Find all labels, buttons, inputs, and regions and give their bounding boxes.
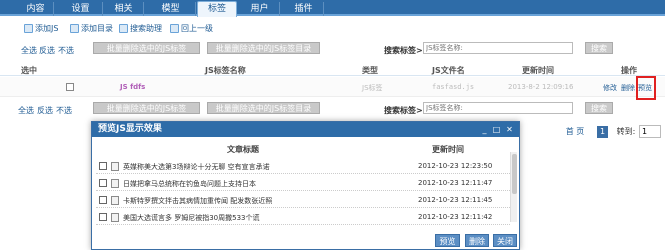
add-folder-icon — [70, 24, 79, 33]
item-time: 2012-10-23 12:11:47 — [418, 179, 493, 187]
invert-selection-link[interactable]: 反选 — [39, 45, 55, 56]
item-checkbox[interactable] — [99, 179, 107, 187]
row-name[interactable]: JS fdfs — [120, 83, 145, 91]
add-directory-button[interactable]: 添加目录 — [70, 23, 113, 34]
item-time: 2012-10-23 12:11:42 — [418, 213, 493, 221]
edit-link[interactable]: 修改 — [603, 83, 617, 93]
document-icon — [111, 213, 119, 222]
tab-tags[interactable]: 标签 — [197, 1, 237, 17]
item-checkbox[interactable] — [99, 213, 107, 221]
document-icon — [111, 196, 119, 205]
item-time: 2012-10-23 12:11:45 — [418, 196, 493, 204]
dialog-title: 预览JS显示效果 — [92, 122, 519, 137]
item-title[interactable]: 英媒称美大选第3场辩论十分无聊 空有宣言承诺 — [123, 162, 270, 172]
toolbar: 添加JS 添加目录 搜索助理 回上一级 — [0, 20, 665, 36]
minimize-icon[interactable]: _ — [480, 125, 489, 134]
select-all-link[interactable]: 全选 — [21, 45, 37, 56]
batch-delete-dir-button-2[interactable]: 批量删除选中的JS标签目录 — [207, 102, 320, 114]
search-label: 搜索标签> — [384, 46, 423, 55]
item-time: 2012-10-23 12:23:50 — [418, 162, 493, 170]
row-time: 2013-8-2 12:09:16 — [508, 83, 574, 91]
tab-model[interactable]: 模型 — [146, 2, 196, 16]
search-icon — [119, 24, 128, 33]
col-title-header: 文章标题 — [227, 145, 259, 154]
back-button[interactable]: 回上一级 — [170, 23, 213, 34]
maximize-icon[interactable]: □ — [492, 125, 501, 134]
invert-selection-link-2[interactable]: 反选 — [37, 105, 53, 116]
tab-content[interactable]: 内容 — [18, 2, 54, 16]
dialog-delete-button[interactable]: 删除 — [465, 234, 489, 247]
header-type: 类型 — [362, 66, 378, 75]
item-title[interactable]: 美国大选谎言多 罗姆尼被指30周撒533个谎 — [123, 213, 260, 223]
tab-plugins[interactable]: 插件 — [284, 2, 324, 16]
row-type: JS标签 — [362, 84, 383, 92]
add-js-button[interactable]: 添加JS — [24, 23, 58, 34]
header-select: 选中 — [21, 66, 37, 75]
dialog-preview-button[interactable]: 预览 — [435, 234, 460, 247]
preview-dialog: 预览JS显示效果 _ □ ✕ 文章标题 更新时间 英媒称美大选第3场辩论十分无聊… — [91, 121, 520, 250]
document-icon — [111, 179, 119, 188]
action-bar-bottom: 全选 反选 不选 批量删除选中的JS标签 批量删除选中的JS标签目录 搜索标签>… — [0, 101, 665, 117]
preview-highlight — [636, 76, 656, 100]
pager-goto-input[interactable] — [639, 125, 661, 138]
dialog-close-button[interactable]: 关闭 — [493, 234, 517, 247]
delete-link[interactable]: 删除 — [621, 83, 635, 93]
tab-users[interactable]: 用户 — [240, 2, 280, 16]
col-time-header: 更新时间 — [432, 145, 464, 154]
pager-home[interactable]: 首 页 — [563, 126, 587, 138]
item-checkbox[interactable] — [99, 196, 107, 204]
scrollbar-thumb[interactable] — [512, 154, 517, 194]
back-icon — [170, 24, 179, 33]
search-label-2: 搜索标签> — [384, 106, 423, 115]
dialog-scrollbar[interactable] — [510, 152, 517, 222]
tab-settings[interactable]: 设置 — [59, 2, 103, 16]
list-item: 日媒把拿马总统称在钓鱼岛问题上支持日本 2012-10-23 12:11:47 — [96, 176, 510, 191]
header-file: JS文件名 — [432, 66, 465, 75]
list-item: 卡斯特罗撰文拌击其病情加重传闻 配发数张近照 2012-10-23 12:11:… — [96, 193, 510, 208]
batch-delete-dir-button[interactable]: 批量删除选中的JS标签目录 — [207, 42, 320, 54]
batch-delete-js-button[interactable]: 批量删除选中的JS标签 — [93, 42, 200, 54]
close-icon[interactable]: ✕ — [505, 125, 514, 134]
document-icon — [111, 162, 119, 171]
search-input-2[interactable] — [423, 102, 573, 114]
select-none-link-2[interactable]: 不选 — [56, 105, 72, 116]
add-js-icon — [24, 24, 33, 33]
item-checkbox[interactable] — [99, 162, 107, 170]
batch-delete-js-button-2[interactable]: 批量删除选中的JS标签 — [93, 102, 200, 114]
select-all-link-2[interactable]: 全选 — [18, 105, 34, 116]
search-button-2[interactable]: 搜索 — [585, 102, 613, 114]
search-button[interactable]: 搜索 — [585, 42, 613, 54]
row-file: fasfasd.js — [432, 83, 475, 91]
pager-current[interactable]: 1 — [597, 126, 608, 138]
header-time: 更新时间 — [522, 66, 554, 75]
table-row: JS fdfs JS标签 fasfasd.js 2013-8-2 12:09:1… — [0, 77, 665, 97]
tab-related[interactable]: 相关 — [104, 2, 144, 16]
table-header: 选中 JS标签名称 类型 JS文件名 更新时间 操作 — [0, 62, 665, 76]
action-bar-top: 全选 反选 不选 批量删除选中的JS标签 批量删除选中的JS标签目录 搜索标签>… — [0, 41, 665, 57]
select-none-link[interactable]: 不选 — [58, 45, 74, 56]
list-item: 英媒称美大选第3场辩论十分无聊 空有宣言承诺 2012-10-23 12:23:… — [96, 159, 510, 174]
pager-goto-label: 转到: — [616, 127, 636, 136]
top-nav: 内容 设置 相关 模型 标签 用户 插件 — [0, 0, 665, 17]
item-title[interactable]: 日媒把拿马总统称在钓鱼岛问题上支持日本 — [123, 179, 256, 189]
header-name: JS标签名称 — [205, 66, 246, 75]
search-help-button[interactable]: 搜索助理 — [119, 23, 162, 34]
search-input[interactable] — [423, 42, 573, 54]
row-checkbox[interactable] — [66, 83, 74, 91]
item-title[interactable]: 卡斯特罗撰文拌击其病情加重传闻 配发数张近照 — [123, 196, 272, 206]
list-item: 美国大选谎言多 罗姆尼被指30周撒533个谎 2012-10-23 12:11:… — [96, 210, 510, 225]
header-action: 操作 — [621, 66, 637, 75]
